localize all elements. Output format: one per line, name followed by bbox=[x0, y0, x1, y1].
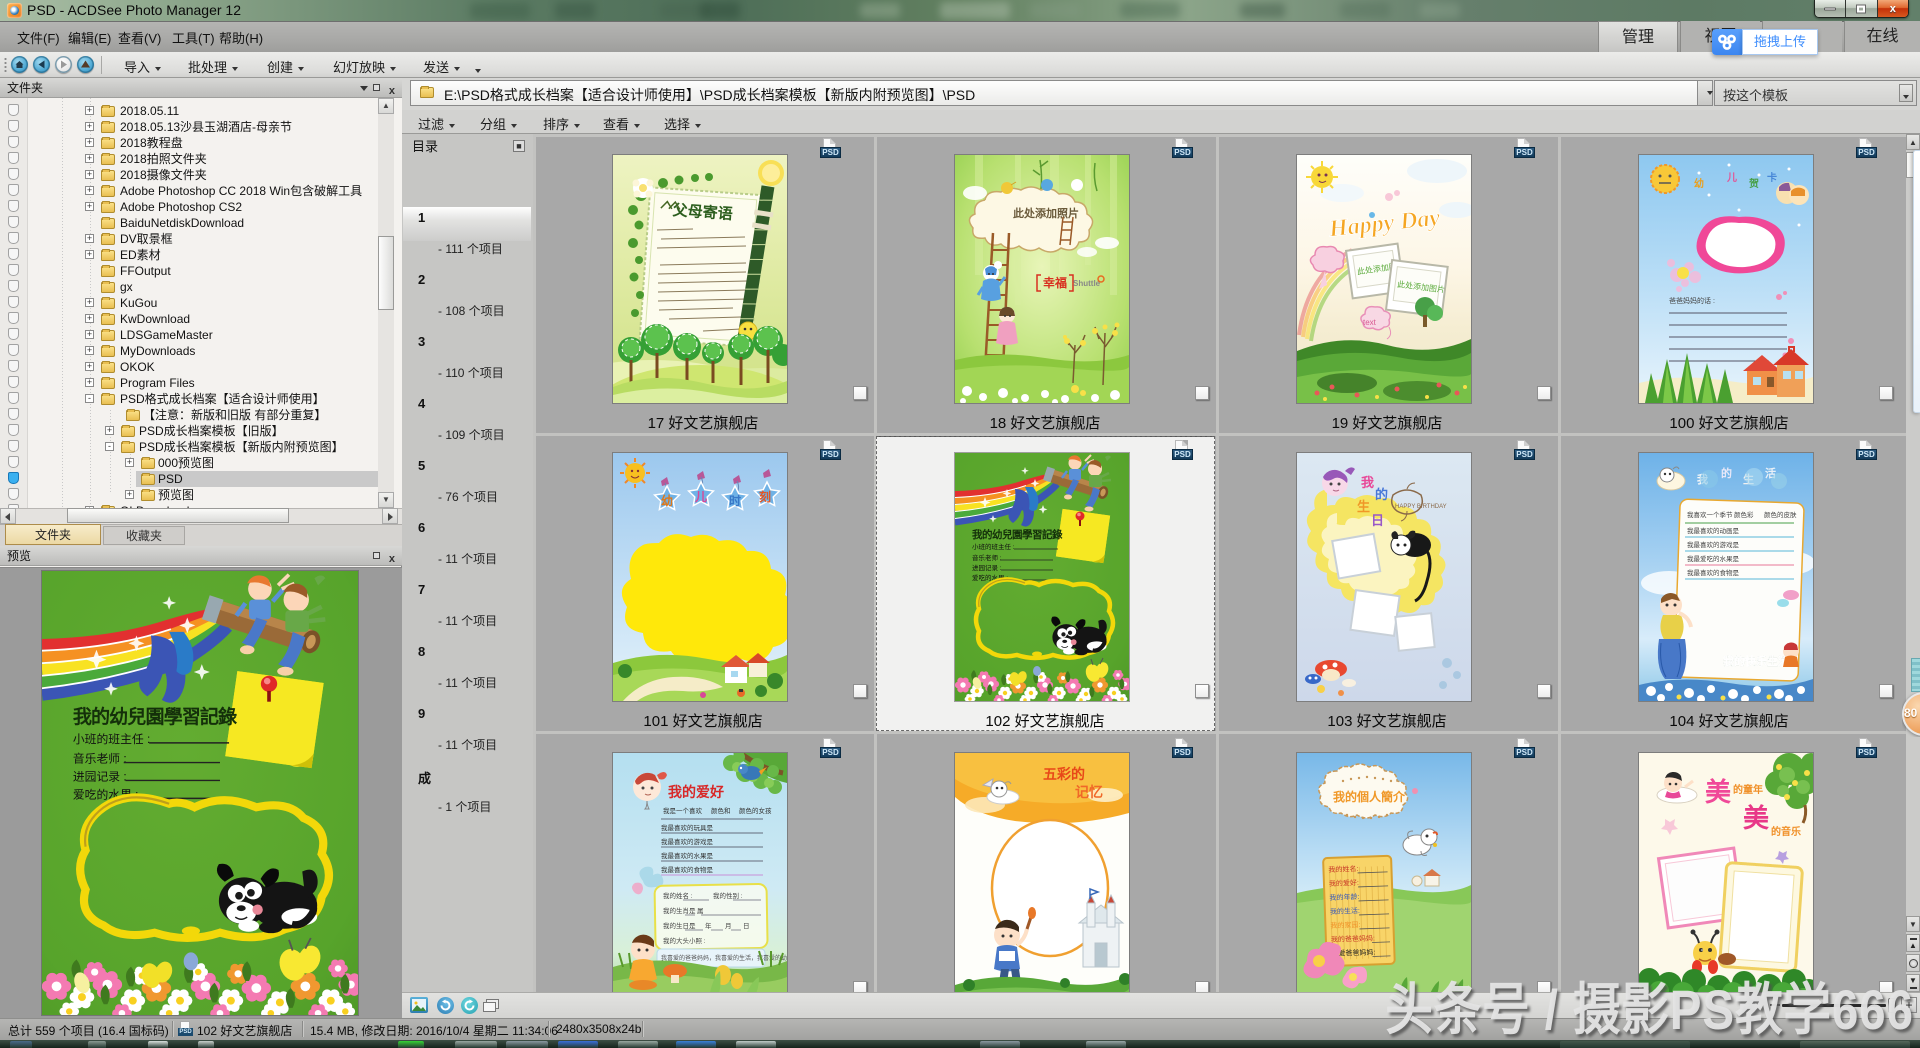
svg-text:小班的班主任 :: 小班的班主任 : bbox=[972, 542, 1015, 551]
svg-text:我的性别 :: 我的性别 : bbox=[713, 891, 743, 900]
svg-text:幼: 幼 bbox=[661, 493, 673, 508]
svg-text:的: 的 bbox=[1721, 466, 1732, 480]
svg-text:我最喜欢的游戏是: 我最喜欢的游戏是 bbox=[1687, 540, 1740, 549]
svg-text:幸福: 幸福 bbox=[1043, 275, 1067, 290]
svg-text:贺: 贺 bbox=[1748, 177, 1759, 190]
svg-text:颜色的女孩: 颜色的女孩 bbox=[739, 806, 772, 815]
svg-text:我喜欢一个季节: 我喜欢一个季节 bbox=[1687, 510, 1733, 519]
svg-text:我最喜欢的水果是: 我最喜欢的水果是 bbox=[661, 851, 714, 860]
svg-text:属: 属 bbox=[697, 907, 704, 915]
svg-text:此处添加照片: 此处添加照片 bbox=[1013, 206, 1079, 220]
svg-text:我的姓名 :: 我的姓名 : bbox=[663, 891, 693, 900]
svg-text:我最喜欢的动画是: 我最喜欢的动画是 bbox=[1687, 526, 1740, 535]
svg-text:我最喜欢的食物是: 我最喜欢的食物是 bbox=[1687, 568, 1740, 577]
svg-text:我最喜欢的食物是: 我最喜欢的食物是 bbox=[661, 865, 714, 874]
svg-text:Shuttle: Shuttle bbox=[1073, 279, 1101, 288]
svg-text:我的幼兒園學習記錄: 我的幼兒園學習記錄 bbox=[73, 705, 237, 728]
svg-text:月: 月 bbox=[725, 922, 732, 930]
svg-text:我的生日是: 我的生日是 bbox=[663, 921, 696, 930]
svg-text:生: 生 bbox=[1357, 499, 1370, 514]
svg-text:美: 美 bbox=[1743, 803, 1769, 833]
svg-text:的音乐: 的音乐 bbox=[1771, 825, 1801, 838]
svg-text:颜色和: 颜色和 bbox=[711, 806, 731, 815]
svg-text:我最喜欢的游戏是: 我最喜欢的游戏是 bbox=[661, 837, 714, 846]
svg-text:幼: 幼 bbox=[1694, 177, 1704, 190]
svg-text:的: 的 bbox=[1375, 487, 1388, 502]
svg-text:进园记录 :: 进园记录 : bbox=[972, 564, 1002, 572]
svg-text:音乐老师 :: 音乐老师 : bbox=[73, 752, 127, 766]
svg-text:我的大头小照 :: 我的大头小照 : bbox=[663, 936, 706, 945]
svg-text:日: 日 bbox=[1371, 513, 1384, 528]
svg-text:的童年: 的童年 bbox=[1733, 783, 1763, 796]
svg-text:卡: 卡 bbox=[1767, 171, 1777, 184]
svg-text:我喜爱的爸爸妈妈，我喜爱的生活，我喜爱的幼儿园！！！: 我喜爱的爸爸妈妈，我喜爱的生活，我喜爱的幼儿园！！！ bbox=[661, 954, 787, 962]
svg-text:进园记录 :: 进园记录 : bbox=[73, 771, 127, 784]
svg-text:爸爸妈妈的话 :: 爸爸妈妈的话 : bbox=[1669, 296, 1715, 305]
svg-text:我的爱好: 我的爱好 bbox=[668, 784, 724, 800]
svg-text:颜色彩: 颜色彩 bbox=[1734, 510, 1754, 519]
svg-text:记忆: 记忆 bbox=[1075, 784, 1103, 800]
svg-text:我的快乐生活: 我的快乐生活 bbox=[1723, 654, 1789, 668]
svg-text:HAPPY BIRTHDAY: HAPPY BIRTHDAY bbox=[1395, 504, 1447, 510]
svg-text:颜色的皮肤: 颜色的皮肤 bbox=[1764, 510, 1797, 519]
svg-text:text: text bbox=[1363, 318, 1377, 327]
svg-text:日: 日 bbox=[743, 922, 750, 930]
svg-text:我的個人簡介: 我的個人簡介 bbox=[1333, 789, 1406, 804]
svg-text:儿: 儿 bbox=[694, 490, 707, 504]
svg-text:音乐老师 :: 音乐老师 : bbox=[972, 553, 1002, 562]
svg-text:时: 时 bbox=[729, 493, 741, 508]
svg-text:美: 美 bbox=[1705, 777, 1731, 807]
svg-text:小班的班主任 :: 小班的班主任 : bbox=[73, 732, 150, 746]
svg-text:我的幼兒園學習記錄: 我的幼兒園學習記錄 bbox=[972, 528, 1063, 541]
svg-text:我是一个喜欢: 我是一个喜欢 bbox=[663, 806, 703, 815]
svg-text:刻: 刻 bbox=[759, 489, 771, 504]
svg-text:儿: 儿 bbox=[1726, 172, 1737, 184]
svg-text:我的生肖是: 我的生肖是 bbox=[663, 906, 696, 915]
svg-text:我: 我 bbox=[1361, 475, 1374, 490]
svg-text:我最爱吃的水果是: 我最爱吃的水果是 bbox=[1687, 554, 1740, 563]
svg-text:年: 年 bbox=[705, 921, 712, 930]
svg-text:我最喜欢的玩具是: 我最喜欢的玩具是 bbox=[661, 823, 714, 832]
svg-text:五彩的: 五彩的 bbox=[1043, 766, 1085, 782]
